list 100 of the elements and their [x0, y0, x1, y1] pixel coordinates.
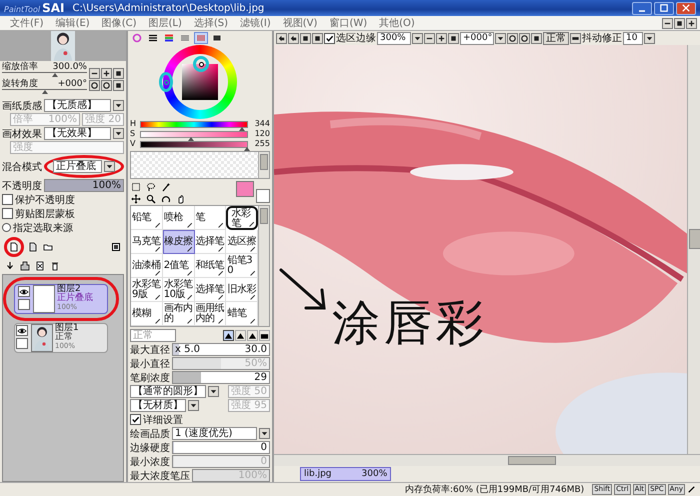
reset-rotation-button[interactable] — [113, 80, 124, 90]
rotate-tool[interactable] — [160, 193, 172, 205]
color-swatch[interactable] — [236, 181, 254, 197]
zoom-field[interactable]: 300% — [377, 32, 411, 44]
copy-layer-button[interactable] — [19, 260, 31, 272]
swatches-tab[interactable] — [194, 32, 208, 44]
lasso-tool[interactable] — [145, 181, 157, 193]
dropdown-button[interactable] — [495, 32, 506, 44]
blend-mode-dropdown[interactable]: 正片叠底 — [53, 160, 102, 173]
checkbox[interactable] — [2, 208, 13, 219]
rotation-field[interactable]: +000° — [460, 32, 494, 44]
color-slider[interactable] — [140, 141, 248, 148]
deselect-button[interactable] — [300, 32, 311, 44]
tip-shape-button[interactable] — [247, 330, 258, 341]
rotate-left-button[interactable] — [507, 32, 518, 44]
visibility-toggle[interactable] — [16, 325, 28, 336]
zoom-in-button[interactable] — [101, 68, 112, 78]
slider-track[interactable] — [2, 72, 87, 78]
menu-item[interactable]: 其他(O) — [373, 16, 421, 30]
rotate-right-button[interactable] — [519, 32, 530, 44]
quality-dropdown[interactable]: 1 (速度优先) — [172, 427, 257, 440]
background-color-swatch[interactable] — [256, 189, 270, 203]
brush-tool[interactable]: 笔 — [194, 206, 226, 230]
menu-item[interactable]: 图层(L) — [142, 16, 188, 30]
menu-item[interactable]: 视图(V) — [276, 16, 324, 30]
brush-tool[interactable]: 选择笔 — [194, 278, 226, 302]
select-tool[interactable] — [130, 181, 142, 193]
menu-item[interactable]: 编辑(E) — [50, 16, 96, 30]
magic-wand-tool[interactable] — [160, 181, 172, 193]
slider[interactable]: 0 — [172, 441, 270, 454]
rgb-slider-tab[interactable] — [146, 32, 160, 44]
scrollbar[interactable] — [258, 152, 269, 178]
reset-zoom-button[interactable] — [113, 68, 124, 78]
color-slider[interactable] — [140, 121, 248, 128]
slider-thumb[interactable] — [42, 90, 48, 94]
new-layer-button[interactable] — [27, 241, 39, 253]
brush-tool[interactable]: 水彩笔 — [228, 208, 256, 228]
invert-button[interactable] — [312, 32, 323, 44]
edit-toggle[interactable] — [18, 299, 30, 310]
restore-button[interactable] — [674, 18, 685, 28]
menu-item[interactable]: 选择(S) — [188, 16, 234, 30]
close-button[interactable] — [676, 2, 696, 14]
new-layer-button[interactable] — [8, 241, 20, 253]
redo-button[interactable] — [288, 32, 299, 44]
close-button[interactable] — [686, 18, 697, 28]
dropdown-button[interactable] — [104, 161, 115, 172]
tip-shape-button[interactable] — [259, 330, 270, 341]
maximize-button[interactable] — [654, 2, 674, 14]
visibility-toggle[interactable] — [18, 286, 30, 297]
texture-dropdown[interactable]: 【无质感】 — [44, 99, 111, 112]
radio-button[interactable] — [2, 223, 11, 232]
stabilizer-field[interactable]: 10 — [623, 32, 643, 44]
dropdown-button[interactable] — [644, 32, 655, 44]
menu-item[interactable]: 滤镜(I) — [234, 16, 277, 30]
reset-zoom-button[interactable] — [448, 32, 459, 44]
zoom-in-button[interactable] — [436, 32, 447, 44]
horizontal-scrollbar[interactable] — [274, 454, 700, 466]
reset-rotation-button[interactable] — [531, 32, 542, 44]
rotate-left-button[interactable] — [89, 80, 100, 90]
layer-option-button[interactable] — [110, 241, 122, 253]
minimize-button[interactable] — [662, 18, 673, 28]
menu-item[interactable]: 图像(C) — [96, 16, 142, 30]
scrollbar[interactable] — [258, 206, 269, 326]
vertical-scrollbar[interactable] — [687, 45, 700, 454]
dropdown-button[interactable] — [188, 400, 199, 411]
color-square[interactable] — [182, 64, 218, 100]
size-slider[interactable]: x 5.0 30.0 — [172, 343, 270, 356]
brush-tool[interactable]: 水彩笔10版 — [162, 278, 194, 302]
mode-button[interactable]: 正常 — [543, 32, 569, 44]
menu-item[interactable]: 窗口(W) — [323, 16, 374, 30]
zoom-tool[interactable] — [145, 193, 157, 205]
effect-dropdown[interactable]: 【无效果】 — [44, 127, 111, 140]
document-tab[interactable]: lib.jpg 300% — [300, 467, 392, 481]
zoom-out-button[interactable] — [424, 32, 435, 44]
zoom-out-button[interactable] — [89, 68, 100, 78]
dropdown-button[interactable] — [113, 128, 124, 139]
clear-layer-button[interactable] — [34, 260, 46, 272]
brush-tool[interactable]: 和纸笔 — [194, 254, 226, 278]
flip-button[interactable] — [570, 32, 581, 44]
menu-item[interactable]: 文件(F) — [4, 16, 50, 30]
opacity-slider[interactable]: 100% — [44, 179, 124, 192]
merge-button[interactable] — [4, 260, 16, 272]
minimize-button[interactable] — [632, 2, 652, 14]
move-tool[interactable] — [130, 193, 142, 205]
brush-tool[interactable]: 画用纸内的 — [194, 302, 226, 326]
dropdown-button[interactable] — [412, 32, 423, 44]
slider-track[interactable] — [2, 89, 87, 95]
color-marker[interactable] — [198, 62, 204, 66]
tip-shape-button[interactable] — [235, 330, 246, 341]
brush-tool[interactable]: 模糊 — [131, 302, 163, 326]
slider-thumb[interactable] — [52, 73, 58, 77]
color-wheel-tab[interactable] — [130, 32, 144, 44]
brush-tool[interactable]: 油漆桶 — [131, 254, 163, 278]
hsv-slider-tab[interactable] — [162, 32, 176, 44]
checkbox[interactable] — [324, 32, 335, 44]
dropdown-button[interactable] — [113, 100, 124, 111]
delete-layer-button[interactable] — [49, 260, 61, 272]
dropdown-button[interactable] — [208, 386, 219, 397]
hue-marker[interactable] — [164, 80, 168, 84]
tip-shape-button[interactable] — [223, 330, 234, 341]
